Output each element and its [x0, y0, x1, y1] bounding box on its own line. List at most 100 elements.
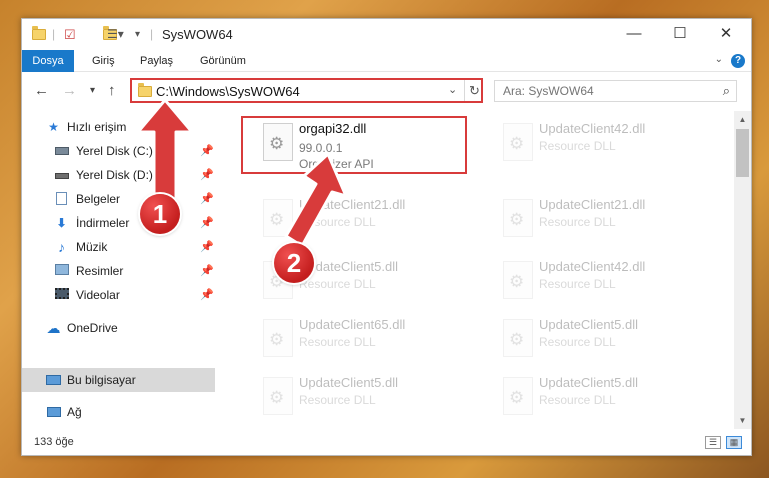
tab-share[interactable]: Paylaş: [130, 50, 183, 72]
title-bar: | ☑ ☰▾ ▾ | SysWOW64 — ☐ ✕: [22, 19, 751, 50]
drive-icon: [54, 168, 69, 182]
file-name: UpdateClient5.dll: [299, 375, 399, 390]
folder-icon: [32, 26, 46, 40]
ribbon: Dosya Giriş Paylaş Görünüm ⌄ ?: [22, 50, 751, 72]
pin-icon[interactable]: 📌: [200, 240, 214, 253]
dll-file-icon: [503, 377, 533, 415]
star-icon: ★: [48, 120, 59, 134]
computer-icon: [46, 373, 61, 387]
folder-icon: [138, 83, 152, 97]
dll-file-icon: [503, 123, 533, 161]
file-tile[interactable]: UpdateClient5.dll Resource DLL: [253, 371, 483, 429]
search-box[interactable]: ⌕: [494, 80, 737, 102]
sidebar-item-onedrive[interactable]: ☁ OneDrive: [22, 316, 215, 340]
address-dropdown-icon[interactable]: ⌄: [448, 83, 457, 96]
pictures-icon: [54, 264, 69, 278]
search-input[interactable]: [495, 81, 705, 101]
file-tile[interactable]: UpdateClient42.dll Resource DLL: [493, 117, 723, 175]
file-tile[interactable]: UpdateClient65.dll Resource DLL: [253, 313, 483, 371]
drive-icon: [54, 144, 69, 158]
step-1-badge: 1: [140, 194, 180, 234]
dll-file-icon: [503, 199, 533, 237]
cloud-icon: ☁: [46, 320, 61, 336]
forward-button[interactable]: →: [62, 82, 77, 99]
pin-icon[interactable]: 📌: [200, 288, 214, 301]
up-button[interactable]: ↑: [108, 82, 116, 99]
tab-view[interactable]: Görünüm: [190, 50, 256, 72]
quick-access-toolbar-icon[interactable]: ☰▾: [107, 27, 124, 43]
file-description: Resource DLL: [539, 393, 616, 407]
file-name: UpdateClient5.dll: [539, 375, 639, 390]
sidebar-item-network[interactable]: Ağ: [22, 400, 215, 424]
sidebar-item-videos[interactable]: Videolar 📌: [22, 283, 215, 307]
close-button[interactable]: ✕: [703, 19, 749, 50]
details-view-icon[interactable]: ☰: [705, 436, 721, 449]
download-icon: ⬇: [56, 216, 67, 230]
file-description: Resource DLL: [539, 215, 616, 229]
sidebar-item-label: Ağ: [67, 405, 82, 419]
status-bar: 133 öğe ☰ ▦: [22, 431, 751, 455]
maximize-button[interactable]: ☐: [657, 19, 703, 50]
properties-icon[interactable]: ☑: [64, 27, 76, 43]
sidebar-item-music[interactable]: ♪ Müzik 📌: [22, 235, 215, 259]
documents-icon: [54, 192, 69, 206]
separator: |: [150, 27, 154, 41]
minimize-button[interactable]: —: [611, 19, 657, 50]
file-description: Resource DLL: [539, 139, 616, 153]
file-name: UpdateClient5.dll: [539, 317, 639, 332]
sidebar-item-label: Belgeler: [76, 192, 121, 206]
tiles-view-icon[interactable]: ▦: [726, 436, 742, 449]
music-icon: ♪: [58, 239, 65, 255]
file-tile[interactable]: UpdateClient21.dll Resource DLL: [493, 193, 723, 251]
file-explorer-window: | ☑ ☰▾ ▾ | SysWOW64 — ☐ ✕ Dosya Giriş Pa…: [21, 18, 752, 456]
help-icon[interactable]: ?: [731, 54, 745, 68]
dll-file-icon: [503, 261, 533, 299]
sidebar-item-label: Müzik: [76, 240, 108, 254]
file-description: Resource DLL: [299, 277, 376, 291]
pin-icon[interactable]: 📌: [200, 264, 214, 277]
back-button[interactable]: ←: [34, 82, 49, 99]
scrollbar-thumb[interactable]: [736, 129, 749, 177]
step-2-badge: 2: [274, 243, 314, 283]
window-title: SysWOW64: [162, 27, 233, 42]
pin-icon[interactable]: 📌: [200, 144, 214, 157]
network-icon: [46, 405, 61, 419]
file-name: UpdateClient42.dll: [539, 259, 646, 274]
recent-locations-icon[interactable]: ▾: [90, 85, 95, 96]
tab-file[interactable]: Dosya: [22, 50, 74, 72]
sidebar-item-this-pc[interactable]: Bu bilgisayar: [22, 368, 215, 392]
separator: |: [52, 27, 56, 41]
file-name: UpdateClient65.dll: [299, 317, 406, 332]
toolbar-dropdown-icon[interactable]: ▾: [135, 29, 140, 45]
tab-home[interactable]: Giriş: [82, 50, 125, 72]
search-icon[interactable]: ⌕: [723, 83, 730, 99]
sidebar-item-label: Bu bilgisayar: [67, 373, 136, 387]
file-tile[interactable]: UpdateClient42.dll Resource DLL: [493, 255, 723, 313]
ribbon-expand-icon[interactable]: ⌄: [715, 54, 723, 65]
sidebar-item-downloads[interactable]: ⬇ İndirmeler 📌: [22, 211, 215, 235]
sidebar-item-pictures[interactable]: Resimler 📌: [22, 259, 215, 283]
arrow-1-icon: [136, 100, 194, 207]
pin-icon[interactable]: 📌: [200, 216, 214, 229]
pin-icon[interactable]: 📌: [200, 168, 214, 181]
file-name: UpdateClient42.dll: [539, 121, 646, 136]
arrow-2-icon: [284, 152, 348, 248]
dll-file-icon: [263, 319, 293, 357]
pin-icon[interactable]: 📌: [200, 192, 214, 205]
refresh-icon[interactable]: ↻: [464, 80, 484, 101]
dll-file-icon: [263, 377, 293, 415]
address-path: C:\Windows\SysWOW64: [156, 84, 300, 99]
videos-icon: [54, 288, 69, 302]
file-description: Resource DLL: [299, 335, 376, 349]
sidebar-item-label: İndirmeler: [76, 216, 130, 230]
file-tile[interactable]: UpdateClient5.dll Resource DLL: [493, 313, 723, 371]
file-name: UpdateClient21.dll: [539, 197, 646, 212]
file-description: Resource DLL: [299, 393, 376, 407]
vertical-scrollbar[interactable]: ▲ ▼: [734, 111, 751, 429]
sidebar-item-label: Hızlı erişim: [67, 120, 127, 134]
sidebar-item-label: Videolar: [76, 288, 120, 302]
scroll-up-icon[interactable]: ▲: [734, 111, 751, 128]
scroll-down-icon[interactable]: ▼: [734, 412, 751, 429]
dll-file-icon: [503, 319, 533, 357]
file-tile[interactable]: UpdateClient5.dll Resource DLL: [493, 371, 723, 429]
